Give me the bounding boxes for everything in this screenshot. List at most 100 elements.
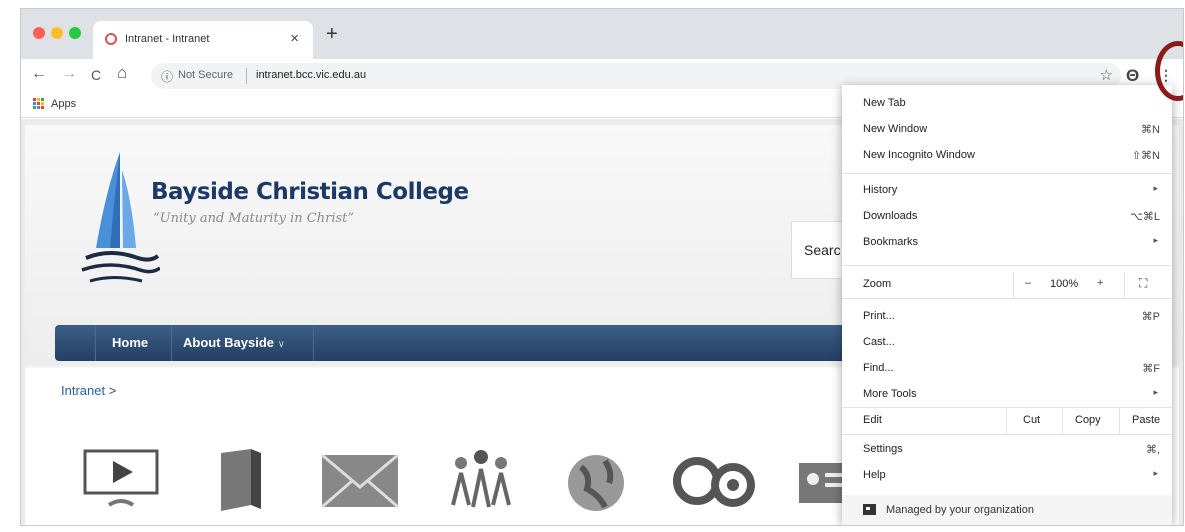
menu-item-label: Downloads (863, 210, 918, 222)
nav-home-label: Home (112, 335, 149, 350)
edit-label: Edit (863, 414, 882, 426)
book-icon[interactable] (211, 445, 271, 517)
menu-separator (842, 298, 1172, 299)
tab-close-icon[interactable]: × (290, 30, 299, 47)
zoom-level: 100% (1050, 278, 1079, 290)
new-tab-button[interactable]: + (326, 23, 338, 46)
menu-settings[interactable]: Settings ⌘, (842, 438, 1172, 462)
copy-button[interactable]: Copy (1075, 414, 1101, 426)
close-window-button[interactable] (33, 27, 45, 39)
cut-button[interactable]: Cut (1023, 414, 1040, 426)
video-icon[interactable] (81, 445, 161, 517)
menu-find[interactable]: Find... ⌘F (842, 357, 1172, 381)
submenu-arrow-icon: ▸ (1153, 183, 1158, 193)
menu-new-tab[interactable]: New Tab (842, 92, 1172, 116)
menu-cast[interactable]: Cast... (842, 331, 1172, 355)
menu-item-label: Print... (863, 310, 895, 322)
minimize-window-button[interactable] (51, 27, 63, 39)
menu-item-label: Cast... (863, 336, 895, 348)
menu-item-label: History (863, 184, 898, 196)
home-button[interactable]: ⌂ (117, 63, 127, 83)
bcc-favicon-icon (105, 33, 117, 45)
nav-home[interactable]: Home (95, 325, 172, 361)
star-icon[interactable]: ☆ (1100, 66, 1113, 84)
menu-new-window[interactable]: New Window ⌘N (842, 118, 1172, 142)
maximize-window-button[interactable] (69, 27, 81, 39)
apps-grid-icon (33, 98, 44, 109)
chrome-main-menu: New Tab New Window ⌘N New Incognito Wind… (842, 85, 1172, 525)
site-nav-bar: Home About Bayside ∨ (55, 325, 855, 361)
managed-by-org[interactable]: Managed by your organization (842, 495, 1172, 525)
breadcrumb-separator: > (108, 383, 117, 398)
submenu-arrow-icon: ▸ (1153, 468, 1158, 478)
menu-downloads[interactable]: Downloads ⌥⌘L (842, 205, 1172, 229)
nav-about-bayside[interactable]: About Bayside ∨ (183, 335, 285, 350)
menu-print[interactable]: Print... ⌘P (842, 305, 1172, 329)
menu-shortcut: ⇧⌘N (1131, 150, 1160, 162)
menu-item-label: New Tab (863, 97, 906, 109)
managed-label: Managed by your organization (886, 504, 1034, 516)
menu-shortcut: ⌘F (1142, 363, 1160, 375)
nav-divider (313, 325, 314, 361)
site-title: Bayside Christian College (151, 179, 469, 205)
profile-icon[interactable]: Θ (1126, 66, 1139, 86)
breadcrumb: Intranet > (61, 383, 116, 398)
edit-divider (1062, 408, 1063, 434)
sailboat-logo-icon (81, 152, 160, 283)
menu-item-label: Help (863, 469, 886, 481)
tab-intranet[interactable]: Intranet - Intranet × (93, 21, 313, 59)
url-text[interactable]: intranet.bcc.vic.edu.au (256, 69, 366, 81)
menu-shortcut: ⌘P (1141, 311, 1160, 323)
menu-shortcut: ⌥⌘L (1130, 211, 1160, 223)
menu-item-label: Find... (863, 362, 894, 374)
tab-strip: Intranet - Intranet × + (21, 9, 1183, 59)
menu-separator (842, 265, 1172, 266)
chevron-down-icon: ∨ (277, 339, 285, 350)
submenu-arrow-icon: ▸ (1153, 387, 1158, 397)
forward-button[interactable]: → (61, 65, 77, 83)
edit-divider (1006, 408, 1007, 434)
info-icon[interactable]: ⓘ (161, 68, 173, 85)
zoom-out-button[interactable]: – (1025, 277, 1031, 289)
menu-item-label: Bookmarks (863, 236, 919, 248)
globe-icon[interactable] (561, 445, 631, 517)
menu-edit-row: Edit Cut Copy Paste (842, 408, 1172, 434)
reload-button[interactable]: C (91, 67, 101, 83)
zoom-divider (1124, 272, 1125, 298)
menu-more-tools[interactable]: More Tools ▸ (842, 383, 1172, 407)
people-icon[interactable] (447, 445, 517, 517)
building-icon (863, 504, 876, 515)
menu-item-label: New Incognito Window (863, 149, 975, 161)
back-button[interactable]: ← (31, 65, 47, 83)
menu-item-label: More Tools (863, 388, 917, 400)
menu-item-label: Settings (863, 443, 903, 455)
submenu-arrow-icon: ▸ (1153, 235, 1158, 245)
apps-bookmark[interactable]: Apps (51, 98, 76, 110)
menu-separator (842, 173, 1172, 174)
zoom-divider (1013, 272, 1014, 298)
mail-icon[interactable] (318, 445, 402, 517)
menu-item-label: New Window (863, 123, 928, 135)
omnibox-divider (246, 68, 247, 84)
paste-button[interactable]: Paste (1132, 414, 1160, 426)
zoom-label: Zoom (863, 278, 892, 290)
owl-icon[interactable] (673, 445, 757, 517)
security-status[interactable]: Not Secure (178, 69, 233, 81)
menu-bookmarks[interactable]: Bookmarks ▸ (842, 231, 1172, 255)
menu-shortcut: ⌘N (1141, 124, 1160, 136)
menu-help[interactable]: Help ▸ (842, 464, 1172, 488)
fullscreen-icon[interactable]: ⛶ (1139, 276, 1151, 290)
site-tagline: “Unity and Maturity in Christ” (153, 211, 355, 226)
breadcrumb-intranet-link[interactable]: Intranet (61, 383, 105, 398)
menu-shortcut: ⌘, (1145, 444, 1160, 456)
menu-zoom-row: Zoom – 100% + ⛶ (842, 272, 1172, 298)
menu-history[interactable]: History ▸ (842, 179, 1172, 203)
edit-divider (1119, 408, 1120, 434)
browser-window: Intranet - Intranet × + ← → C ⌂ ⓘ Not Se… (20, 8, 1184, 526)
zoom-in-button[interactable]: + (1097, 277, 1103, 289)
tab-title: Intranet - Intranet (125, 33, 210, 45)
menu-new-incognito-window[interactable]: New Incognito Window ⇧⌘N (842, 144, 1172, 168)
search-label: Searc (804, 242, 841, 258)
menu-separator (842, 434, 1172, 435)
nav-about-label: About Bayside (183, 335, 275, 350)
